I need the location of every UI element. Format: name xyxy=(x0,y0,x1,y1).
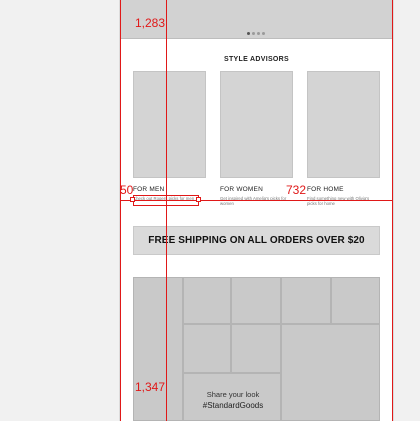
advisor-card-title[interactable]: FOR HOME xyxy=(307,186,380,193)
advisor-image-placeholder[interactable] xyxy=(133,71,206,178)
carousel-dot[interactable] xyxy=(252,32,255,35)
measurement-label: 50 xyxy=(120,183,134,197)
advisor-image-placeholder[interactable] xyxy=(220,71,293,178)
measurement-label: 1,283 xyxy=(135,16,166,30)
guide-line-vertical[interactable] xyxy=(392,0,393,421)
guide-line-vertical[interactable] xyxy=(120,0,121,421)
advisor-card-women[interactable]: FOR WOMEN Get inspired with Amelia's pic… xyxy=(220,71,293,206)
mosaic-tile[interactable] xyxy=(281,277,331,324)
carousel-dot[interactable] xyxy=(262,32,265,35)
mosaic-tile[interactable] xyxy=(183,277,231,324)
advisor-card-description: Get inspired with Amelia's picks for wom… xyxy=(220,196,287,206)
mosaic-tile[interactable] xyxy=(231,277,281,324)
selection-box[interactable] xyxy=(133,195,199,206)
carousel-dot[interactable] xyxy=(247,32,250,35)
share-text: Share your look xyxy=(206,390,260,399)
resize-handle[interactable] xyxy=(196,197,201,202)
mosaic-tile[interactable] xyxy=(231,324,281,373)
share-your-look-caption: Share your look #StandardGoods xyxy=(183,389,283,411)
mosaic-tile[interactable] xyxy=(281,324,380,421)
section-title-style-advisors: STYLE ADVISORS xyxy=(223,56,289,63)
advisor-card-description: Find something new with Olivia's picks f… xyxy=(307,196,370,206)
measurement-label: 732 xyxy=(286,183,307,197)
mosaic-tile[interactable] xyxy=(331,277,380,324)
advisor-card-title[interactable]: FOR WOMEN xyxy=(220,186,293,193)
advisor-card-title[interactable]: FOR MEN xyxy=(133,186,206,193)
carousel-dots[interactable] xyxy=(247,32,265,35)
mosaic-tile[interactable] xyxy=(183,324,231,373)
guide-line-vertical[interactable] xyxy=(166,0,167,421)
advisor-card-men[interactable]: FOR MEN Check out Rogers picks for men xyxy=(133,71,206,201)
social-photo-mosaic[interactable]: Share your look #StandardGoods xyxy=(133,277,380,421)
carousel-dot[interactable] xyxy=(257,32,260,35)
resize-handle[interactable] xyxy=(130,197,135,202)
email-preview: STYLE ADVISORS FOR MEN Check out Rogers … xyxy=(120,0,393,421)
advisor-card-home[interactable]: FOR HOME Find something new with Olivia'… xyxy=(307,71,380,206)
measurement-label: 1,347 xyxy=(135,380,166,394)
free-shipping-banner[interactable]: FREE SHIPPING ON ALL ORDERS OVER $20 xyxy=(133,226,380,255)
advisor-image-placeholder[interactable] xyxy=(307,71,380,178)
mosaic-tile[interactable] xyxy=(133,277,183,421)
hashtag-link[interactable]: #StandardGoods xyxy=(183,400,283,411)
